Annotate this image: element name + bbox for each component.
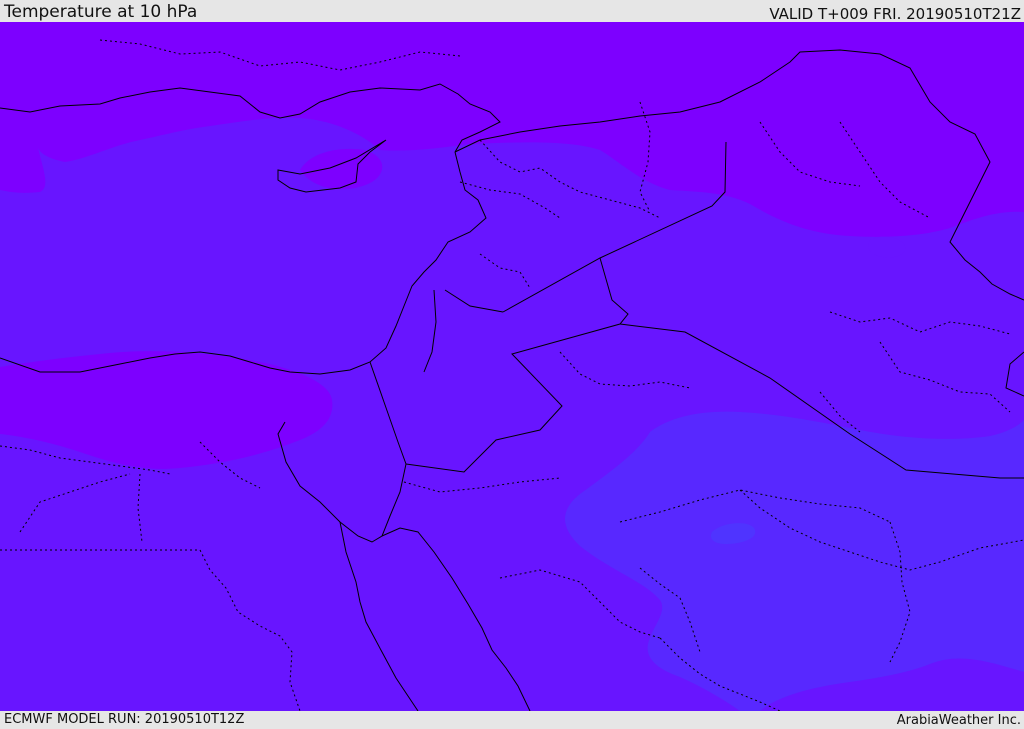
map-canvas bbox=[0, 22, 1024, 711]
temperature-map bbox=[0, 22, 1024, 711]
credit-label: ArabiaWeather Inc. bbox=[896, 713, 1021, 728]
header-bar: Temperature at 10 hPa VALID T+009 FRI. 2… bbox=[0, 0, 1024, 23]
map-title: Temperature at 10 hPa bbox=[4, 2, 198, 22]
map-frame: Temperature at 10 hPa VALID T+009 FRI. 2… bbox=[0, 0, 1024, 729]
footer-bar: ECMWF MODEL RUN: 20190510T12Z ArabiaWeat… bbox=[0, 711, 1024, 729]
model-run-label: ECMWF MODEL RUN: 20190510T12Z bbox=[4, 712, 245, 727]
valid-time-label: VALID T+009 FRI. 20190510T21Z bbox=[769, 5, 1021, 23]
